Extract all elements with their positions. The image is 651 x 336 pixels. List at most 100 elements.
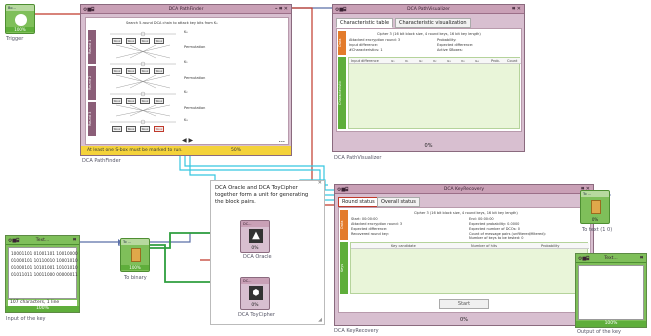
to-binary-label: To binary — [124, 275, 147, 281]
input-key-label: Input of the key — [6, 316, 46, 322]
info-right-1: Expected difference: — [437, 43, 474, 47]
input-key-title: Text... — [35, 238, 50, 243]
trigger-component[interactable]: Bo... 100% — [5, 4, 35, 34]
info-left-0: Attacked encryption round: 3 — [349, 38, 401, 42]
col-v3: v₃ — [461, 59, 465, 63]
keyrecovery-window[interactable]: ⚙︎■⌸ DCA KeyRecovery ⌗ ✕ Round status Over… — [334, 184, 594, 326]
window-controls[interactable]: ⌗ ✕ — [512, 5, 521, 14]
key-label-3: K₃ — [184, 118, 188, 122]
info-left-2: Expected difference: — [351, 227, 388, 231]
output-key-window[interactable]: ⚙︎■⌸ Text... ⌗ 100% — [575, 253, 647, 328]
to-text-label: To text (1 0) — [582, 227, 613, 233]
info-left-3: Recovered round key: — [351, 232, 389, 236]
toycipher-icon: ⬢ — [249, 286, 263, 300]
pathvisualizer-label: DCA PathVisualizer — [334, 155, 382, 161]
pathfinder-content: Search 5-round DCA chain to attack key b… — [85, 17, 289, 145]
tab-overall-status[interactable]: Overall status — [377, 197, 420, 207]
warning-text: At least one S-box must be marked to run… — [87, 148, 183, 153]
table-header: Key candidate Number of hits Probability — [351, 243, 589, 249]
pathvisualizer-content: Data Characteristic Cipher 3 (16 bit blo… — [336, 28, 522, 132]
characteristic-side: Characteristic — [338, 57, 346, 129]
trigger-icon — [15, 14, 27, 26]
window-controls[interactable]: – ⌗ ✕ — [275, 5, 288, 14]
col-number-of-hits: Number of hits — [471, 244, 498, 248]
info-left-2: #Characteristics: 1 — [349, 48, 383, 52]
info-right-1: Expected probability: 0.0000 — [469, 222, 520, 226]
text-line: 10001101 01001101 10010000 — [11, 251, 78, 256]
to-binary-component[interactable]: To ... 100% — [120, 238, 150, 272]
oracle-icon: ▲ — [249, 229, 263, 243]
toycipher-label: DCA ToyCipher — [238, 312, 275, 318]
info-right-0: End: 00:00:00 — [469, 217, 494, 221]
round-2-label: Round 2 — [88, 66, 96, 100]
resize-grip-icon[interactable]: ◢ — [318, 317, 322, 323]
round-1-label: Round 1 — [88, 30, 96, 64]
input-key-window[interactable]: ⚙︎■⌸ Text... ⌗ 10001101 01001101 10010000 … — [5, 235, 80, 313]
keyrecovery-progress: 0% — [460, 317, 468, 323]
pathvisualizer-progress: 0% — [424, 143, 433, 149]
pathvisualizer-title: DCA PathVisualizer — [407, 7, 450, 12]
col-key-candidate: Key candidate — [391, 244, 416, 248]
pathfinder-title: DCA PathFinder — [168, 7, 204, 12]
pathfinder-dots: ••• — [278, 140, 285, 144]
info-left-1: Attacked encryption round: 3 — [351, 222, 403, 226]
info-right-2: Expected number of DCOs: 0 — [469, 227, 520, 231]
col-probability: Probability — [541, 244, 560, 248]
visualizer-caption: Cipher 3 (16 bit block size, 4 round key… — [377, 32, 481, 36]
info-right-4: Number of keys to be tested: 0 — [469, 236, 524, 240]
converter-icon — [131, 248, 141, 262]
workspace-canvas[interactable]: Bo... 100% Trigger ⚙︎■⌸ DCA PathFinder – ⌗… — [0, 0, 651, 336]
col-u3: u₃ — [447, 59, 451, 63]
oracle-component[interactable]: DC... ▲ 0% — [240, 220, 270, 253]
tab-characteristic-table[interactable]: Characteristic table — [336, 18, 394, 28]
text-line: 01011011 10011000 00000011 — [11, 272, 78, 277]
data-side: Data — [340, 210, 348, 240]
pathvisualizer-window[interactable]: ⚙︎■⌸ DCA PathVisualizer ⌗ ✕ Characteristic… — [332, 4, 525, 152]
tab-round-status[interactable]: Round status — [338, 197, 379, 207]
info-right-2: Active SBoxes: — [437, 48, 463, 52]
keyrecovery-title: DCA KeyRecovery — [443, 187, 485, 192]
wire-pathfinder-keyrecovery — [292, 7, 334, 206]
note-text: DCA Oracle and DCA ToyCipher together fo… — [215, 185, 309, 205]
trigger-title: Bo... — [6, 5, 34, 11]
info-right-0: Probability: — [437, 38, 457, 42]
input-key-textarea[interactable]: 10001101 01001101 10010000 01000101 1011… — [8, 247, 78, 299]
characteristic-table[interactable]: Input difference u₁ v₁ u₂ v₂ u₃ v₃ u₄ Pr… — [348, 57, 521, 129]
converter-icon — [591, 200, 601, 214]
col-v1: v₁ — [405, 59, 409, 63]
to-binary-progress: 100% — [121, 265, 149, 270]
text-line: 01000101 10101001 10101010 — [11, 265, 78, 270]
pathfinder-window[interactable]: ⚙︎■⌸ DCA PathFinder – ⌗ ✕ Search 5-round D… — [80, 4, 292, 156]
table-header: Input difference u₁ v₁ u₂ v₂ u₃ v₃ u₄ Pr… — [349, 58, 521, 64]
oracle-title: DC... — [241, 221, 269, 227]
toycipher-component[interactable]: DC... ⬢ 0% — [240, 277, 270, 310]
output-key-textarea[interactable] — [578, 265, 644, 320]
to-text-component[interactable]: To ... 0% — [580, 190, 610, 224]
keyrecovery-label: DCA KeyRecovery — [334, 328, 379, 334]
col-prob: Prob. — [491, 59, 500, 63]
oracle-progress: 0% — [251, 246, 259, 251]
toycipher-progress: 0% — [251, 303, 259, 308]
note-close-icon[interactable]: ✕ — [318, 180, 322, 186]
trigger-label: Trigger — [6, 36, 24, 42]
perm-label-2: Permutation — [184, 76, 206, 80]
toycipher-title: DC... — [241, 278, 269, 284]
component-icons[interactable]: ⚙︎■⌸ — [83, 6, 94, 15]
col-u1: u₁ — [391, 59, 395, 63]
data-side: Data — [338, 31, 346, 55]
info-left-1: Input difference: — [349, 43, 378, 47]
info-left-0: Start: 00:00:00 — [351, 217, 378, 221]
col-count: Count — [507, 59, 518, 63]
tab-characteristic-visualization[interactable]: Characteristic visualization — [395, 18, 471, 28]
key-candidates-table[interactable]: Key candidate Number of hits Probability — [350, 242, 589, 294]
col-v2: v₂ — [433, 59, 437, 63]
round-3-label: Round 3 — [88, 102, 96, 136]
start-button[interactable]: Start — [439, 299, 489, 309]
key-label-0: K₀ — [184, 30, 188, 34]
key-label-2: K₂ — [184, 90, 188, 94]
nav-arrows[interactable]: ◀ ▶ — [182, 137, 193, 144]
perm-label-3: Permutation — [184, 106, 206, 110]
oracle-label: DCA Oracle — [243, 254, 272, 260]
key-label-1: K₁ — [184, 60, 188, 64]
col-u2: u₂ — [419, 59, 423, 63]
